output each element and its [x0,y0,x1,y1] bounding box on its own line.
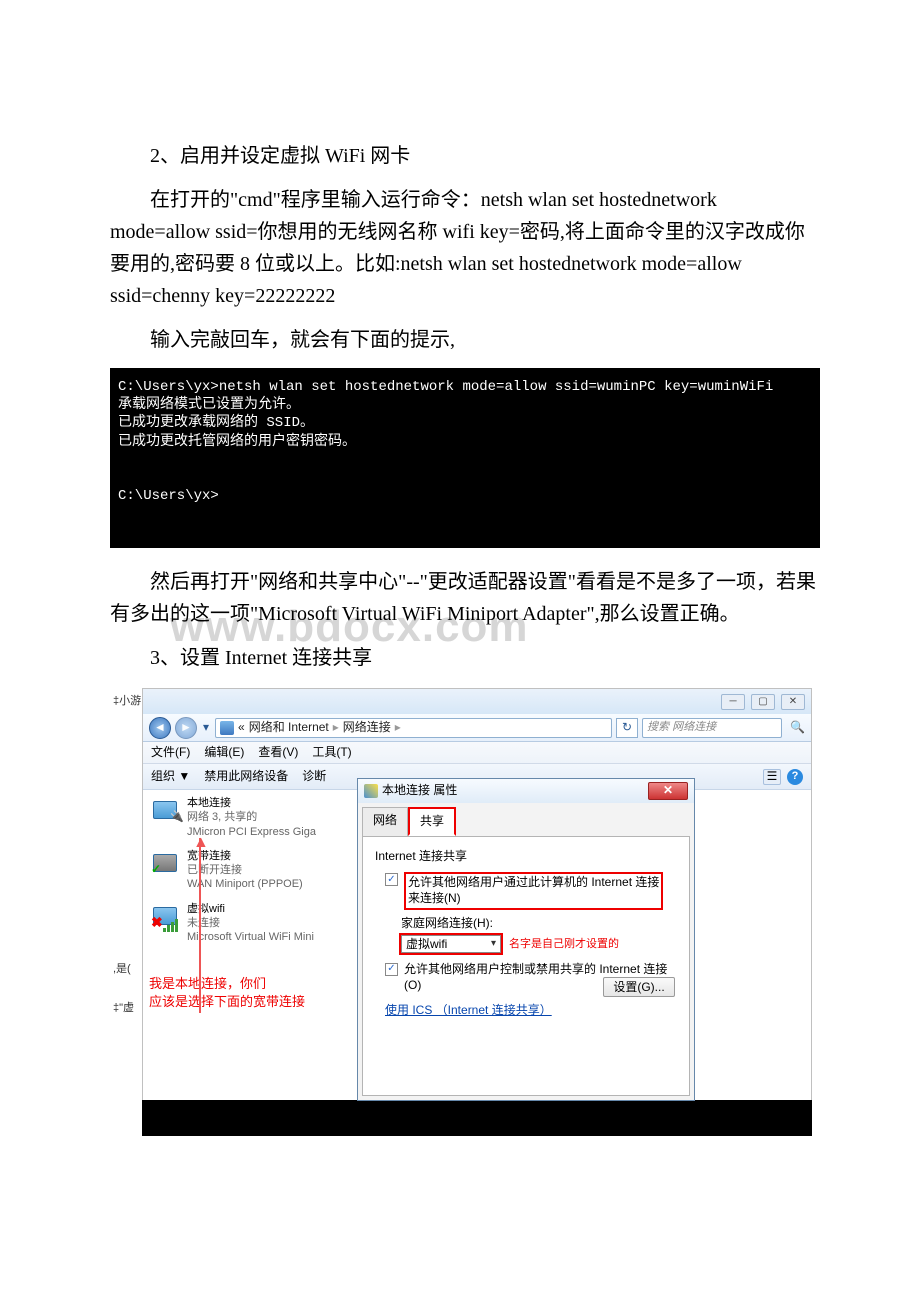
adapter-name: 虚拟wifi [187,902,314,916]
toolbar-organize[interactable]: 组织 ▼ [151,767,190,786]
tab-share[interactable]: 共享 [408,807,456,836]
shield-icon [364,784,378,798]
nav-dropdown-icon[interactable]: ▾ [203,718,209,737]
annotation-arrow-head-icon: ▲ [193,830,209,856]
menu-view[interactable]: 查看(V) [258,743,298,762]
breadcrumb[interactable]: « 网络和 Internet ▸ 网络连接 ▸ [215,718,612,738]
cmd-line: C:\Users\yx> [118,488,219,504]
nav-back-button[interactable]: ◄ [149,717,171,739]
adapter-name: 本地连接 [187,796,316,810]
step-2-heading: 2、启用并设定虚拟 WiFi 网卡 [110,140,820,172]
settings-button[interactable]: 设置(G)... [603,977,675,997]
combo-annotation: 名字是自己刚才设置的 [509,936,619,954]
search-input[interactable]: 搜索 网络连接 [642,718,782,738]
help-icon[interactable]: ? [787,769,803,785]
chevron-right-icon: ▸ [333,718,339,737]
adapter-virtual-wifi[interactable]: ✖ 虚拟wifi 未连接 Microsoft Virtual WiFi Mini [149,902,347,945]
minimize-button[interactable]: ─ [721,694,745,710]
allow-share-label-highlighted: 允许其他网络用户通过此计算机的 Internet 连接 来连接(N) [404,872,663,909]
refresh-button[interactable]: ↻ [616,718,638,738]
menu-tools[interactable]: 工具(T) [312,743,351,762]
enter-hint-paragraph: 输入完敲回车，就会有下面的提示, [110,324,820,356]
adapter-local[interactable]: 🔌 本地连接 网络 3, 共享的 JMicron PCI Express Gig… [149,796,347,839]
cmd-screenshot: C:\Users\yx>netsh wlan set hostednetwork… [110,368,820,548]
bottom-black-strip [142,1100,812,1136]
cmd-intro-paragraph: 在打开的"cmd"程序里输入运行命令：netsh wlan set hosted… [110,184,820,312]
clipped-left-text: ‡小游 ,是( ‡"虚 [113,689,143,1135]
nav-forward-button[interactable]: ► [175,717,197,739]
adapter-device: WAN Miniport (PPPOE) [187,877,303,891]
cmd-line: 已成功更改托管网络的用户密钥密码。 [118,434,356,450]
dialog-body: Internet 连接共享 ✓ 允许其他网络用户通过此计算机的 Internet… [362,836,690,1096]
menu-file[interactable]: 文件(F) [151,743,190,762]
home-network-label: 家庭网络连接(H): [401,914,677,933]
adapter-device: Microsoft Virtual WiFi Mini [187,930,314,944]
view-mode-icon[interactable]: ☰ [763,769,781,785]
properties-dialog: 本地连接 属性 ✕ 网络 共享 Internet 连接共享 ✓ 允许其他网络用户… [357,778,695,1101]
step-3-heading: 3、设置 Internet 连接共享 [110,642,820,674]
tab-network[interactable]: 网络 [362,807,408,836]
address-bar-row: ◄ ► ▾ « 网络和 Internet ▸ 网络连接 ▸ ↻ 搜索 网络连接 … [143,714,811,742]
window-titlebar: ─ ▢ ✕ [143,689,811,714]
dialog-titlebar: 本地连接 属性 ✕ [358,779,694,803]
home-network-combo-row: 虚拟wifi ▾ 名字是自己刚才设置的 [401,935,619,953]
wifi-signal-icon [163,918,183,932]
allow-control-checkbox[interactable]: ✓ [385,963,398,976]
toolbar-diagnose[interactable]: 诊断 [302,767,326,786]
annotation-note: 我是本地连接，你们 应该是选择下面的宽带连接 [149,975,347,1011]
cmd-line: 已成功更改承载网络的 SSID。 [118,415,314,431]
close-button[interactable]: ✕ [648,782,688,800]
home-network-value: 虚拟wifi [406,935,447,954]
window-close-button[interactable]: ✕ [781,694,805,710]
maximize-button[interactable]: ▢ [751,694,775,710]
toolbar-disable[interactable]: 禁用此网络设备 [204,767,288,786]
breadcrumb-prefix: « [238,718,245,737]
folder-icon [220,721,234,735]
adapter-broadband[interactable]: ✓ 宽带连接 已断开连接 WAN Miniport (PPPOE) [149,849,347,892]
cmd-line: 承载网络模式已设置为允许。 [118,397,300,413]
adapter-status: 已断开连接 [187,863,303,877]
x-icon: ✖ [151,911,163,933]
chevron-down-icon: ▾ [491,936,496,952]
allow-share-checkbox-row: ✓ 允许其他网络用户通过此计算机的 Internet 连接 来连接(N) [385,872,677,909]
breadcrumb-segment[interactable]: 网络和 Internet [249,718,329,737]
dialog-tabs: 网络 共享 [358,803,694,836]
menu-edit[interactable]: 编辑(E) [204,743,244,762]
allow-share-checkbox[interactable]: ✓ [385,873,398,886]
network-screenshot: ‡小游 ,是( ‡"虚 ─ ▢ ✕ ◄ ► ▾ « 网络和 Internet ▸… [142,688,812,1136]
plug-icon: 🔌 [170,809,184,827]
annotation-arrow-line [199,838,201,1013]
menu-bar: 文件(F) 编辑(E) 查看(V) 工具(T) [143,742,811,764]
home-network-select[interactable]: 虚拟wifi ▾ [401,935,501,953]
cmd-line: C:\Users\yx>netsh wlan set hostednetwork… [118,379,773,395]
adapter-status: 网络 3, 共享的 [187,810,316,824]
dialog-title-text: 本地连接 属性 [382,781,457,800]
check-icon: ✓ [151,860,161,879]
adapter-status: 未连接 [187,916,314,930]
ics-help-link[interactable]: 使用 ICS （Internet 连接共享） [385,1003,552,1017]
group-title-ics: Internet 连接共享 [375,847,677,866]
search-icon[interactable]: 🔍 [790,718,805,737]
search-placeholder-text: 搜索 网络连接 [647,719,716,737]
breadcrumb-segment[interactable]: 网络连接 [343,718,391,737]
chevron-right-icon: ▸ [395,718,401,737]
after-cmd-paragraph: 然后再打开"网络和共享中心"--"更改适配器设置"看看是不是多了一项，若果有多出… [110,566,820,630]
adapter-list: 🔌 本地连接 网络 3, 共享的 JMicron PCI Express Gig… [143,790,353,1100]
